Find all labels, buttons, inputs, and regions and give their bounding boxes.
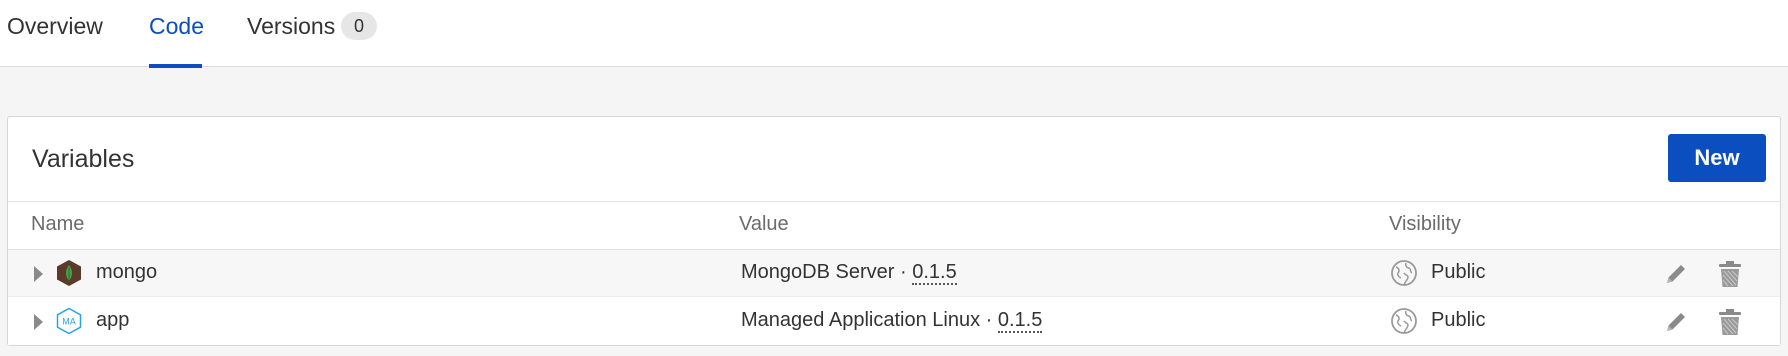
new-variable-button[interactable]: New: [1668, 134, 1766, 182]
value-label: Managed Application Linux: [741, 309, 981, 331]
column-header-visibility: Visibility: [1389, 213, 1461, 235]
table-row[interactable]: mongo MongoDB Server · 0.1.5 Public: [8, 250, 1780, 297]
versions-count-badge: 0: [341, 12, 377, 40]
globe-icon: [1391, 308, 1417, 334]
version-link[interactable]: 0.1.5: [997, 309, 1043, 333]
value-separator: ·: [899, 261, 907, 283]
visibility-value: Public: [1431, 261, 1486, 283]
value-label: MongoDB Server: [741, 261, 895, 283]
tab-code-label: Code: [149, 13, 204, 39]
tab-overview-label: Overview: [7, 13, 103, 39]
tab-overview[interactable]: Overview: [7, 0, 107, 67]
globe-icon: [1391, 260, 1417, 286]
column-header-value: Value: [739, 213, 789, 235]
column-header-name: Name: [31, 213, 85, 235]
edit-pencil-icon[interactable]: [1662, 260, 1690, 288]
visibility-value: Public: [1431, 309, 1486, 331]
ma-hexagon-icon: MA: [56, 307, 82, 335]
version-link[interactable]: 0.1.5: [912, 261, 957, 285]
table-row[interactable]: MA app Managed Application Linux · 0.1.5…: [8, 298, 1780, 345]
variables-panel: Variables New Name Value Visibility mong…: [7, 116, 1781, 346]
tab-bar: Overview Code Versions 0: [0, 0, 1788, 68]
expand-caret-icon[interactable]: [34, 266, 43, 282]
tab-code[interactable]: Code: [149, 0, 204, 68]
variable-value: MongoDB Server · 0.1.5: [741, 261, 957, 285]
value-separator: ·: [985, 309, 993, 331]
panel-header: Variables New: [8, 117, 1780, 202]
active-tab-underline: [149, 64, 202, 68]
ma-icon-text: MA: [62, 317, 76, 327]
trash-icon[interactable]: [1716, 307, 1744, 337]
panel-title: Variables: [32, 145, 135, 173]
edit-pencil-icon[interactable]: [1662, 308, 1690, 336]
tab-versions-label: Versions: [247, 13, 336, 39]
trash-icon[interactable]: [1716, 259, 1744, 289]
table-header: Name Value Visibility: [8, 202, 1780, 250]
variable-name: mongo: [96, 261, 158, 283]
expand-caret-icon[interactable]: [34, 314, 43, 330]
tab-versions[interactable]: Versions 0: [247, 0, 382, 67]
variable-name: app: [96, 309, 130, 331]
variable-value: Managed Application Linux · 0.1.5: [741, 309, 1043, 333]
mongodb-leaf-icon: [57, 260, 81, 286]
